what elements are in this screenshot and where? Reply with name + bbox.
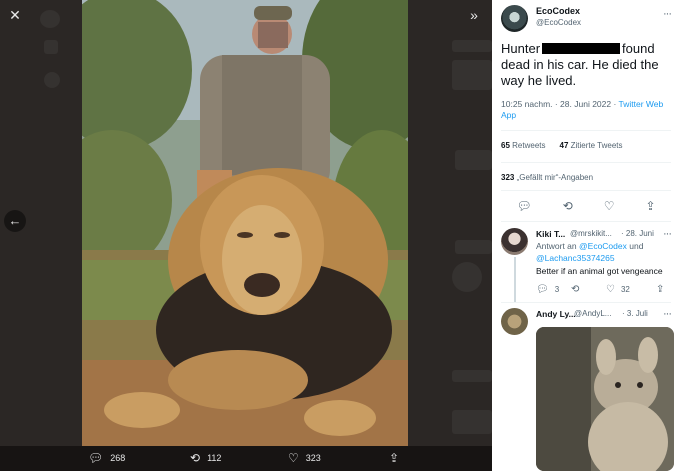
retweet-button[interactable]: ⟲ 112: [190, 452, 221, 464]
quotes-count: 47: [559, 141, 569, 150]
divider: [501, 190, 671, 191]
reply-count: 268: [110, 453, 126, 463]
reply-action-row: 💬︎ 3 ⟲ ♡ 32 ⇪: [536, 284, 676, 295]
share-icon: ⇪: [656, 284, 665, 295]
media-viewer: ✕ ← » 💬︎ 268 ⟲ 112 ♡ 323 ⇪: [0, 0, 492, 471]
tweet-photo: [82, 0, 408, 446]
tweet-stats: 65 Retweets 47 Zitierte Tweets: [501, 141, 623, 150]
likes-stat[interactable]: 323 „Gefällt mir“-Angaben: [501, 173, 593, 182]
divider: [501, 130, 671, 131]
tweet-action-row: 💬︎ ⟲ ♡ ⇪: [501, 199, 671, 213]
retweet-button[interactable]: ⟲: [571, 284, 606, 295]
reply-date[interactable]: · 28. Juni: [621, 229, 654, 238]
author-handle[interactable]: @EcoCodex: [536, 18, 581, 27]
likes-count: 323: [501, 173, 515, 182]
divider: [501, 162, 671, 163]
reply-like-count: 32: [620, 285, 630, 294]
quotes-stat[interactable]: 47 Zitierte Tweets: [560, 141, 623, 150]
retweets-stat[interactable]: 65 Retweets: [501, 141, 546, 150]
avatar[interactable]: [501, 308, 528, 335]
avatar[interactable]: [501, 228, 528, 255]
reply-to-prefix: Antwort an: [536, 241, 577, 251]
heart-icon[interactable]: ♡: [604, 199, 615, 213]
reply-text: Better if an animal got vengeance: [536, 266, 663, 276]
thread-line: [514, 257, 516, 303]
retweet-count: 112: [207, 453, 222, 463]
share-button[interactable]: ⇪: [656, 284, 664, 295]
retweets-count: 65: [501, 141, 510, 150]
reply-author-name[interactable]: Andy Ly...: [536, 309, 576, 319]
retweet-icon: ⟲: [571, 284, 580, 295]
reply-author-name[interactable]: Kiki T...: [536, 229, 565, 239]
reply-author-handle[interactable]: @mrskikit...: [570, 229, 612, 238]
share-button[interactable]: ⇪: [389, 452, 399, 464]
tweet-text: Hunter found dead in his car. He died the…: [501, 41, 677, 89]
heart-icon: ♡: [606, 284, 615, 295]
tweet-timestamp: 10:25 nachm. · 28. Juni 2022 · Twitter W…: [501, 99, 671, 121]
reply-button[interactable]: 💬︎ 268: [88, 452, 125, 464]
reply-to-mention-2[interactable]: @Lachanc35374265: [536, 253, 615, 263]
double-chevron-right-icon[interactable]: »: [464, 5, 484, 25]
reply-date[interactable]: · 3. Juli: [622, 309, 648, 318]
reply-to-line: Antwort an @EcoCodex und @Lachanc3537426…: [536, 240, 676, 264]
reply-to-and: und: [629, 241, 644, 251]
quotes-label: Zitierte Tweets: [570, 141, 623, 150]
media-action-bar: 💬︎ 268 ⟲ 112 ♡ 323 ⇪: [0, 446, 492, 471]
retweet-icon: ⟲: [190, 451, 201, 465]
more-icon[interactable]: ···: [663, 8, 672, 20]
reply-image[interactable]: [536, 327, 674, 471]
reply-author-handle[interactable]: @AndyL...: [574, 309, 611, 318]
author-name[interactable]: EcoCodex: [536, 6, 580, 16]
like-button[interactable]: ♡ 32: [606, 284, 656, 295]
arrow-left-icon[interactable]: ←: [4, 210, 26, 232]
more-icon[interactable]: ···: [663, 228, 672, 240]
reply-icon[interactable]: 💬︎: [516, 199, 531, 213]
retweets-label: Retweets: [512, 141, 546, 150]
like-button[interactable]: ♡ 323: [288, 452, 321, 464]
share-icon: ⇪: [389, 451, 400, 465]
reply-icon: 💬︎: [536, 284, 549, 295]
avatar[interactable]: [501, 5, 528, 32]
tweet-panel: EcoCodex @EcoCodex ··· Hunter found dead …: [492, 0, 680, 471]
reply-reply-count: 3: [554, 285, 560, 294]
reply-button[interactable]: 💬︎ 3: [536, 284, 571, 295]
divider: [501, 302, 671, 303]
share-icon[interactable]: ⇪: [645, 199, 655, 213]
divider: [501, 221, 671, 222]
close-icon[interactable]: ✕: [5, 5, 25, 25]
likes-label: „Gefällt mir“-Angaben: [516, 173, 594, 182]
heart-icon: ♡: [288, 451, 299, 465]
tweet-text-start: Hunter: [501, 41, 541, 56]
retweet-icon[interactable]: ⟲: [563, 199, 573, 213]
redaction-bar: [542, 43, 621, 54]
tweet-time[interactable]: 10:25 nachm. · 28. Juni 2022 ·: [501, 99, 619, 109]
like-count: 323: [305, 453, 321, 463]
more-icon[interactable]: ···: [663, 308, 672, 320]
reply-to-mention-1[interactable]: @EcoCodex: [579, 241, 627, 251]
reply-icon: 💬︎: [88, 451, 104, 465]
